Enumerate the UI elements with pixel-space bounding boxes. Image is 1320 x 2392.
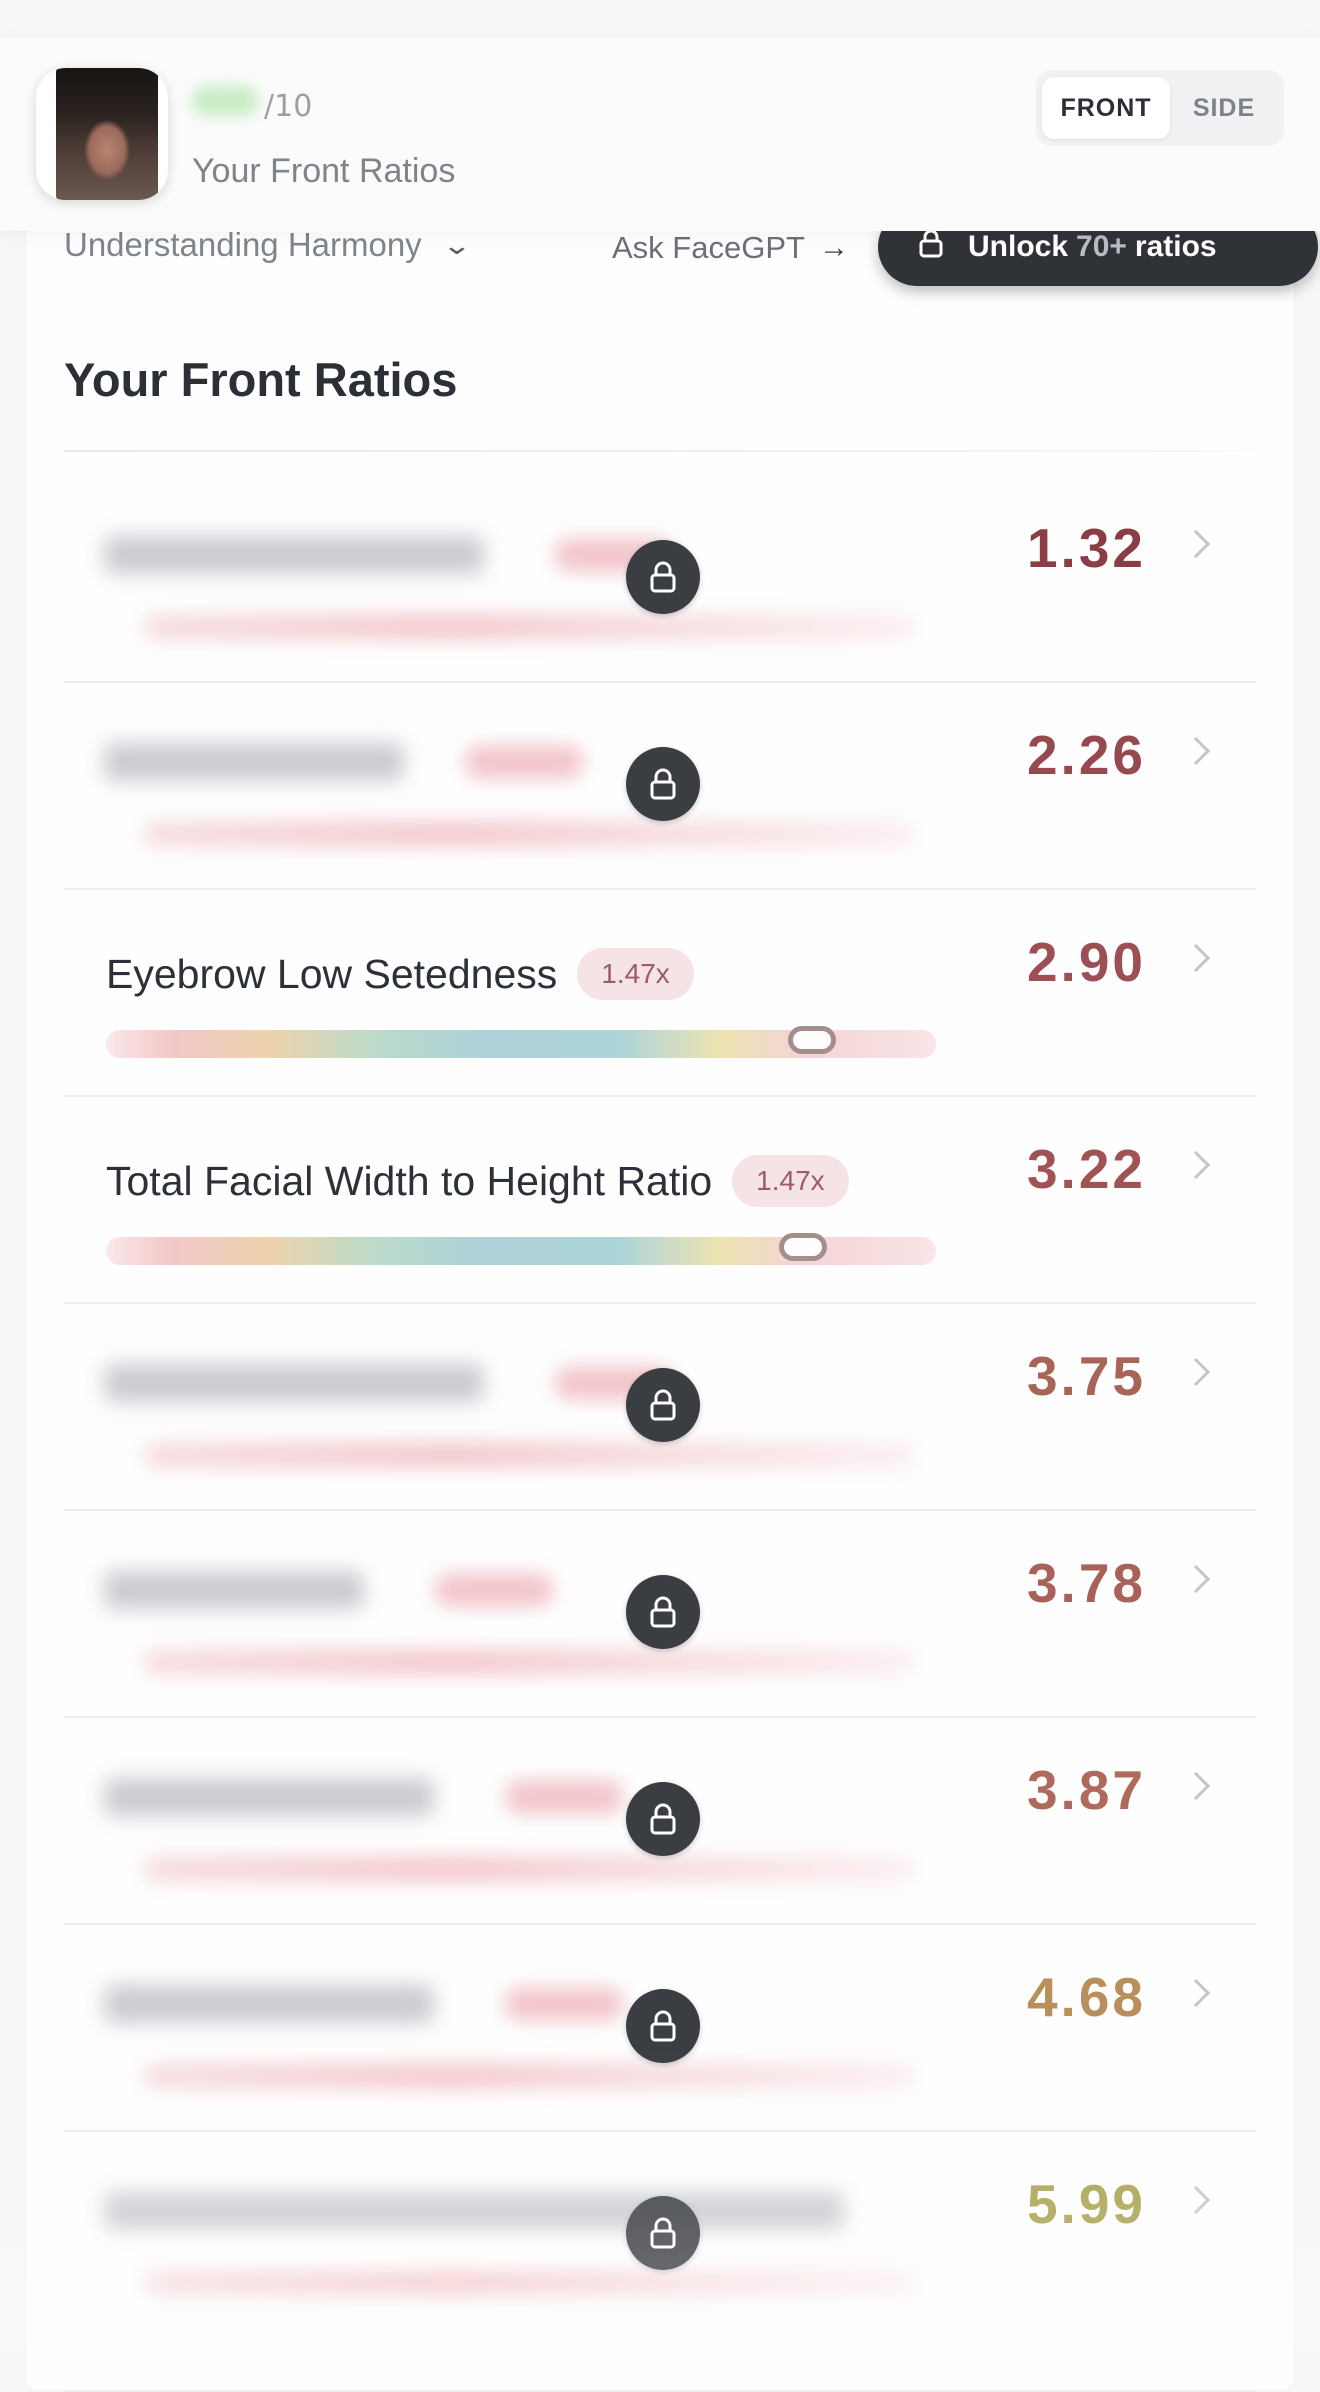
lock-icon[interactable] bbox=[626, 2196, 700, 2270]
arrow-right-icon: → bbox=[818, 231, 849, 264]
ask-label: Ask FaceGPT bbox=[612, 230, 805, 265]
tab-side[interactable]: SIDE bbox=[1170, 77, 1278, 139]
lock-icon bbox=[918, 228, 944, 266]
ratio-value: 3.78 bbox=[1026, 1552, 1146, 1614]
harmony-label: Understanding Harmony bbox=[64, 226, 422, 263]
ratio-row[interactable]: 3.87 bbox=[64, 1718, 1256, 1925]
lock-icon[interactable] bbox=[626, 1368, 700, 1442]
app-header: /10 Your Front Ratios FRONT SIDE bbox=[0, 38, 1320, 231]
ratio-spectrum-bar bbox=[106, 1233, 936, 1265]
blurred-label bbox=[104, 743, 404, 781]
chevron-down-icon: ⌄ bbox=[441, 229, 472, 260]
chevron-right-icon[interactable] bbox=[1181, 943, 1211, 973]
blurred-label bbox=[104, 1985, 434, 2023]
multiplier-badge: 1.47x bbox=[577, 948, 694, 1000]
lock-icon[interactable] bbox=[626, 1989, 700, 2063]
blurred-spectrum bbox=[144, 1856, 914, 1882]
blurred-badge bbox=[434, 1573, 554, 1607]
blurred-label bbox=[104, 1571, 364, 1609]
ratio-value: 2.26 bbox=[1026, 724, 1146, 786]
blurred-spectrum bbox=[144, 821, 914, 847]
toolbar: Understanding Harmony ⌄ Ask FaceGPT → Un… bbox=[64, 208, 1318, 290]
ratio-label: Total Facial Width to Height Ratio 1.47x bbox=[106, 1155, 849, 1207]
unlock-suffix: ratios bbox=[1134, 230, 1217, 263]
spectrum-marker bbox=[779, 1233, 827, 1261]
chevron-right-icon[interactable] bbox=[1181, 1357, 1211, 1387]
score-blurred bbox=[192, 86, 258, 116]
blurred-spectrum bbox=[144, 1442, 914, 1468]
ask-facegpt-link[interactable]: Ask FaceGPT → bbox=[612, 230, 849, 266]
ratio-value: 1.32 bbox=[1026, 517, 1146, 579]
divider bbox=[64, 450, 1256, 452]
section-title: Your Front Ratios bbox=[64, 353, 458, 406]
ratio-row[interactable]: 5.99 bbox=[64, 2132, 1256, 2392]
lock-icon[interactable] bbox=[626, 1575, 700, 1649]
ratio-name: Total Facial Width to Height Ratio bbox=[106, 1157, 713, 1204]
chevron-right-icon[interactable] bbox=[1181, 1150, 1211, 1180]
multiplier-badge: 1.47x bbox=[732, 1155, 849, 1207]
ratio-value: 3.75 bbox=[1026, 1345, 1146, 1407]
lock-icon[interactable] bbox=[626, 1782, 700, 1856]
ratio-row[interactable]: Eyebrow Low Setedness 1.47x 2.90 bbox=[64, 890, 1256, 1097]
ratio-value: 4.68 bbox=[1026, 1966, 1146, 2028]
tab-front[interactable]: FRONT bbox=[1042, 77, 1170, 139]
blurred-label bbox=[104, 1364, 484, 1402]
ratio-value: 2.90 bbox=[1026, 931, 1146, 993]
avatar[interactable] bbox=[36, 68, 168, 200]
blurred-label bbox=[104, 536, 484, 574]
ratio-row[interactable]: 3.75 bbox=[64, 1304, 1256, 1511]
ratio-value: 5.99 bbox=[1026, 2173, 1146, 2235]
chevron-right-icon[interactable] bbox=[1181, 529, 1211, 559]
ratio-row[interactable]: 3.78 bbox=[64, 1511, 1256, 1718]
blurred-spectrum bbox=[144, 614, 914, 640]
chevron-right-icon[interactable] bbox=[1181, 1771, 1211, 1801]
blurred-spectrum bbox=[144, 2270, 914, 2296]
ratio-row[interactable]: 1.32 bbox=[64, 476, 1256, 683]
ratio-value: 3.87 bbox=[1026, 1759, 1146, 1821]
blurred-spectrum bbox=[144, 1649, 914, 1675]
lock-icon[interactable] bbox=[626, 747, 700, 821]
header-subtitle: Your Front Ratios bbox=[192, 152, 456, 190]
blurred-badge bbox=[504, 1780, 624, 1814]
ratio-value: 3.22 bbox=[1026, 1138, 1146, 1200]
ratio-row[interactable]: 4.68 bbox=[64, 1925, 1256, 2132]
blurred-badge bbox=[464, 745, 584, 779]
view-toggle: FRONT SIDE bbox=[1036, 70, 1284, 146]
unlock-prefix: Unlock bbox=[968, 230, 1069, 263]
chevron-right-icon[interactable] bbox=[1181, 2185, 1211, 2215]
blurred-badge bbox=[504, 1987, 624, 2021]
blurred-label bbox=[104, 2192, 844, 2230]
ratio-name: Eyebrow Low Setedness bbox=[106, 950, 558, 997]
unlock-count: 70+ bbox=[1076, 230, 1127, 263]
score-suffix: /10 bbox=[264, 89, 313, 124]
face-photo bbox=[56, 68, 158, 200]
score-readout: /10 bbox=[192, 86, 312, 124]
blurred-label bbox=[104, 1778, 434, 1816]
ratio-spectrum-bar bbox=[106, 1026, 936, 1058]
chevron-right-icon[interactable] bbox=[1181, 1978, 1211, 2008]
chevron-right-icon[interactable] bbox=[1181, 1564, 1211, 1594]
chevron-right-icon[interactable] bbox=[1181, 736, 1211, 766]
lock-icon[interactable] bbox=[626, 540, 700, 614]
blurred-spectrum bbox=[144, 2063, 914, 2089]
ratio-row[interactable]: 2.26 bbox=[64, 683, 1256, 890]
ratio-label: Eyebrow Low Setedness 1.47x bbox=[106, 948, 694, 1000]
understanding-harmony-dropdown[interactable]: Understanding Harmony ⌄ bbox=[64, 226, 472, 264]
ratio-row[interactable]: Total Facial Width to Height Ratio 1.47x 3… bbox=[64, 1097, 1256, 1304]
spectrum-marker bbox=[788, 1026, 836, 1054]
